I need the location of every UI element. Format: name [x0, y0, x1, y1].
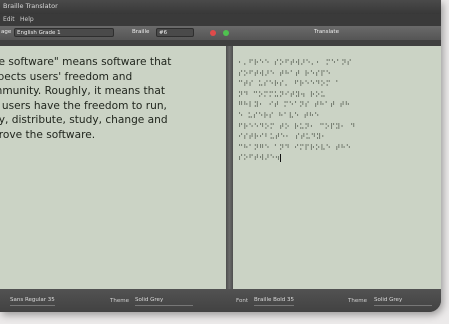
window-title: Braille Translator	[3, 2, 58, 10]
ok-icon[interactable]	[223, 30, 229, 36]
input-line: e users have the freedom to run,	[0, 99, 167, 112]
input-line: mmunity. Roughly, it means that	[0, 85, 166, 98]
menu-bar: Edit Help	[0, 14, 441, 26]
toolbar: age English Grade 1 Braille #6 Translate	[0, 26, 441, 40]
braille-line: ⠉⠞⠎ ⠥⠎⠑⠗⠎⠄ ⠋⠗⠑⠑⠙⠕⠍ ⠁	[238, 79, 341, 89]
language-select[interactable]: English Grade 1	[14, 28, 114, 37]
pane-splitter[interactable]	[226, 46, 233, 289]
input-line: py, distribute, study, change and	[0, 114, 168, 127]
left-theme-select[interactable]: Solid Grey	[135, 296, 193, 306]
braille-line: ⠊⠎⠞⠗⠊⠃⠥⠞⠑⠂ ⠎⠞⠥⠙⠽⠂	[238, 132, 327, 142]
braille-line: ⠑ ⠥⠎⠑⠗⠎ ⠓⠁⠧⠑ ⠞⠓⠑	[238, 110, 320, 120]
braille-select[interactable]: #6	[156, 28, 194, 37]
braille-line: ⠝⠙ ⠉⠕⠍⠍⠥⠝⠊⠞⠽⠲ ⠗⠕⠥	[238, 89, 326, 99]
input-text-pane[interactable]: ee software" means software that spects …	[0, 46, 226, 289]
right-font-label: Font	[236, 298, 248, 304]
left-theme-label: Theme	[110, 298, 129, 304]
braille-text[interactable]: ⠂⠄⠋⠗⠑⠑ ⠎⠕⠋⠞⠺⠜⠑⠄⠂ ⠍⠑⠁⠝⠎ ⠎⠕⠋⠞⠺⠜⠑ ⠞⠓⠁⠞ ⠗⠑⠎⠏…	[238, 58, 441, 164]
app-window: Braille Translator Edit Help age English…	[0, 0, 441, 312]
right-theme-select[interactable]: Solid Grey	[374, 296, 432, 306]
menu-item-help[interactable]: Help	[20, 16, 34, 23]
status-bar: Sans Regular 35 Theme Solid Grey Font Br…	[0, 289, 441, 312]
braille-line: ⠎⠕⠋⠞⠺⠜⠑ ⠞⠓⠁⠞ ⠗⠑⠎⠏⠑	[238, 68, 331, 78]
left-font-select[interactable]: Sans Regular 35	[10, 296, 55, 306]
input-line: prove the software.	[0, 128, 96, 141]
braille-line: ⠎⠕⠋⠞⠺⠜⠑⠲	[238, 153, 281, 163]
braille-line: ⠂⠄⠋⠗⠑⠑ ⠎⠕⠋⠞⠺⠜⠑⠄⠂ ⠍⠑⠁⠝⠎	[238, 58, 352, 67]
input-line: spects users' freedom and	[0, 70, 133, 83]
menu-item-edit[interactable]: Edit	[3, 16, 15, 23]
text-cursor	[280, 154, 282, 163]
right-font-select[interactable]: Braille Bold 35	[254, 296, 295, 306]
input-line: ee software" means software that	[0, 56, 172, 68]
input-text[interactable]: ee software" means software that spects …	[0, 55, 224, 143]
braille-line: ⠉⠓⠁⠝⠛⠑ ⠁⠝⠙ ⠊⠍⠏⠗⠕⠧⠑ ⠞⠓⠑	[238, 142, 352, 152]
braille-line: ⠋⠗⠑⠑⠙⠕⠍ ⠞⠕ ⠗⠥⠝⠂ ⠉⠕⠏⠽⠂ ⠙	[238, 121, 356, 131]
translate-button[interactable]: Translate	[314, 29, 339, 35]
clear-icon[interactable]	[210, 30, 216, 36]
language-label: age	[1, 29, 12, 35]
title-bar: Braille Translator	[0, 0, 441, 14]
right-theme-label: Theme	[348, 298, 367, 304]
braille-label: Braille	[132, 29, 150, 35]
braille-output-pane[interactable]: ⠂⠄⠋⠗⠑⠑ ⠎⠕⠋⠞⠺⠜⠑⠄⠂ ⠍⠑⠁⠝⠎ ⠎⠕⠋⠞⠺⠜⠑ ⠞⠓⠁⠞ ⠗⠑⠎⠏…	[233, 46, 441, 289]
braille-line: ⠛⠓⠇⠽⠂ ⠊⠞ ⠍⠑⠁⠝⠎ ⠞⠓⠁⠞ ⠞⠓	[238, 100, 351, 110]
